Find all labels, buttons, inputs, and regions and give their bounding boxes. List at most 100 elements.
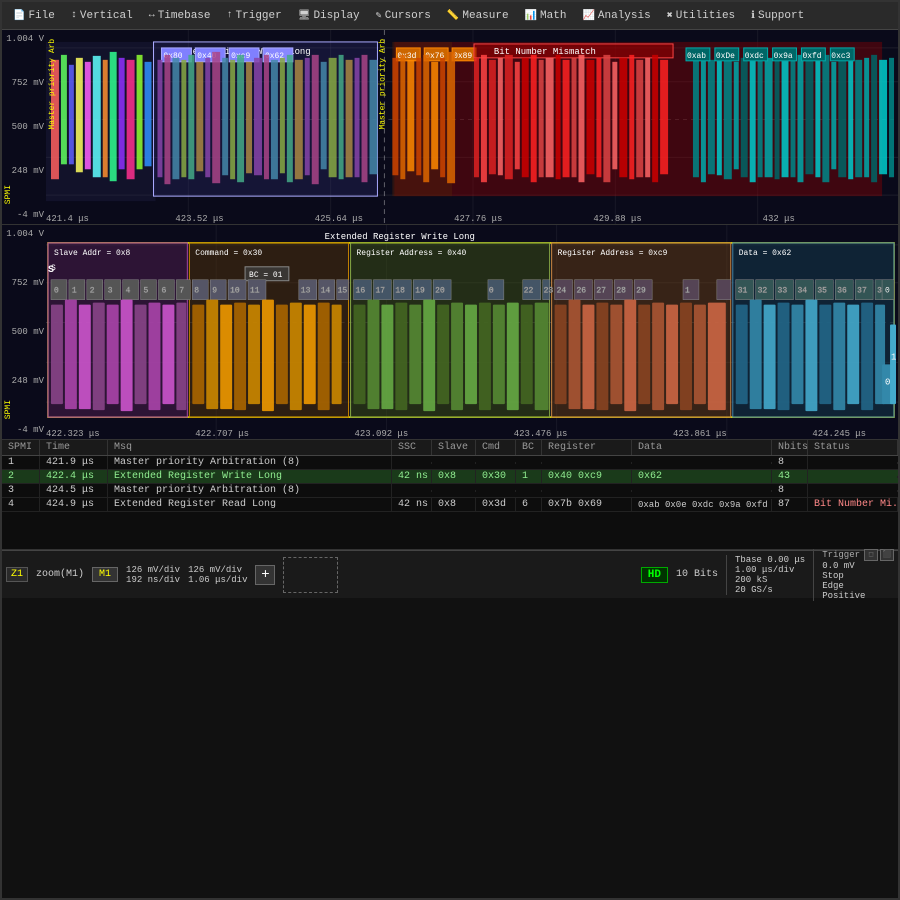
svg-text:19: 19 (415, 287, 425, 296)
svg-text:Slave Addr = 0x8: Slave Addr = 0x8 (54, 249, 131, 258)
svg-text:429.88 μs: 429.88 μs (593, 214, 641, 224)
zoom-z1-label: Z1 (6, 567, 28, 582)
lower-y-labels: 1.004 V 752 mV 500 mV 248 mV -4 mV (2, 225, 46, 439)
menu-vertical[interactable]: ↕ Vertical (64, 7, 140, 25)
trigger-icons: ⬚ ⬛ (864, 549, 894, 561)
svg-text:16: 16 (356, 287, 366, 296)
m1-label: M1 (92, 567, 118, 582)
math-icon: 📊 (525, 10, 537, 22)
scale-info: 126 mV/div 192 ns/div (126, 565, 180, 585)
trigger-icon: ↑ (227, 10, 233, 21)
trigger-section: Trigger ⬚ ⬛ 0.0 mV Stop Edge Positive (813, 549, 894, 601)
upper-waveform-svg: Extended Register Write Long (46, 30, 898, 224)
table-row: 1 421.9 μs Master priority Arbitration (… (2, 456, 898, 470)
svg-text:37: 37 (857, 287, 867, 296)
svg-text:BC = 01: BC = 01 (249, 271, 283, 280)
bits-label: 10 Bits (676, 569, 718, 580)
svg-text:17: 17 (375, 287, 385, 296)
svg-text:14: 14 (321, 287, 331, 296)
svg-text:432 μs: 432 μs (763, 214, 795, 224)
col-data: Data (632, 440, 772, 455)
svg-text:32: 32 (758, 287, 768, 296)
svg-text:423.092 μs: 423.092 μs (355, 429, 409, 439)
svg-text:0xDe: 0xDe (716, 52, 735, 61)
svg-text:Register Address = 0x40: Register Address = 0x40 (357, 249, 467, 258)
svg-text:Command = 0x30: Command = 0x30 (195, 249, 262, 258)
svg-text:31: 31 (738, 287, 748, 296)
col-register: Register (542, 440, 632, 455)
col-status: Status (808, 440, 898, 455)
svg-text:423.476 μs: 423.476 μs (514, 429, 568, 439)
empty-channel-slot (283, 557, 338, 593)
svg-text:10: 10 (230, 287, 240, 296)
zoom-value: zoom(M1) (36, 569, 84, 580)
svg-text:1: 1 (685, 287, 690, 296)
col-spmi: SPMI (2, 440, 40, 455)
svg-text:0x3d: 0x3d (397, 52, 416, 61)
table-row: 4 424.9 μs Extended Register Read Long 4… (2, 498, 898, 512)
menu-math[interactable]: 📊 Math (518, 7, 574, 25)
menu-support[interactable]: ℹ Support (744, 7, 811, 25)
scale-value-info: 126 mV/div 1.06 μs/div (188, 565, 247, 585)
svg-text:23: 23 (544, 287, 554, 296)
s-marker: S (48, 265, 54, 276)
svg-text:20: 20 (435, 287, 445, 296)
oscilloscope-frame: 📄 File ↕ Vertical ↔ Timebase ↑ Trigger 🖥… (0, 0, 900, 900)
upper-y-labels: 1.004 V 752 mV 500 mV 248 mV -4 mV (2, 30, 46, 224)
svg-text:Data = 0x62: Data = 0x62 (739, 249, 792, 258)
svg-text:29: 29 (636, 287, 646, 296)
menu-file[interactable]: 📄 File (6, 7, 62, 25)
tbase-section: Tbase 0.00 μs 1.00 μs/div 200 kS 20 GS/s (726, 555, 805, 595)
svg-text:1: 1 (891, 352, 896, 362)
utilities-icon: ✖ (667, 10, 673, 22)
support-icon: ℹ (751, 10, 755, 22)
menu-trigger[interactable]: ↑ Trigger (220, 7, 289, 25)
lower-waveform-svg: Extended Register Write Long Slave Addr … (46, 225, 898, 439)
cursors-icon: ✎ (376, 10, 382, 22)
status-right: HD 10 Bits Tbase 0.00 μs 1.00 μs/div 200… (641, 553, 894, 596)
svg-text:422.707 μs: 422.707 μs (195, 429, 249, 439)
col-nbits: Nbits (772, 440, 808, 455)
menu-measure[interactable]: 📏 Measure (440, 7, 516, 25)
trig-icon-2: ⬛ (880, 549, 894, 561)
svg-text:2: 2 (90, 287, 95, 296)
menu-cursors[interactable]: ✎ Cursors (369, 7, 438, 25)
svg-text:6: 6 (161, 287, 166, 296)
menu-utilities[interactable]: ✖ Utilities (660, 7, 742, 25)
svg-text:36: 36 (837, 287, 847, 296)
svg-text:0: 0 (54, 287, 59, 296)
file-icon: 📄 (13, 10, 25, 22)
col-msg: Msq (108, 440, 392, 455)
status-bar: Z1 zoom(M1) M1 126 mV/div 192 ns/div 126… (2, 550, 898, 598)
trig-icon-1: ⬚ (864, 549, 878, 561)
svg-text:24: 24 (557, 287, 567, 296)
svg-text:0xfd: 0xfd (802, 52, 821, 61)
menu-analysis[interactable]: 📈 Analysis (575, 7, 657, 25)
svg-text:5: 5 (144, 287, 149, 296)
svg-text:3: 3 (108, 287, 113, 296)
svg-text:0xab: 0xab (687, 52, 706, 61)
svg-text:4: 4 (126, 287, 131, 296)
svg-text:27: 27 (596, 287, 606, 296)
table-row: 3 424.5 μs Master priority Arbitration (… (2, 484, 898, 498)
col-ssc: SSC (392, 440, 432, 455)
lower-waveform-panel: 1.004 V 752 mV 500 mV 248 mV -4 mV (2, 225, 898, 440)
menu-timebase[interactable]: ↔ Timebase (142, 7, 218, 25)
svg-text:8: 8 (194, 287, 199, 296)
svg-text:0: 0 (885, 377, 890, 387)
add-channel-button[interactable]: + (255, 565, 275, 585)
svg-text:0x9a: 0x9a (774, 52, 793, 61)
menubar: 📄 File ↕ Vertical ↔ Timebase ↑ Trigger 🖥… (2, 2, 898, 30)
col-slave: Slave (432, 440, 476, 455)
svg-text:423.861 μs: 423.861 μs (673, 429, 727, 439)
svg-text:28: 28 (616, 287, 626, 296)
svg-text:Extended Register Write Long: Extended Register Write Long (325, 232, 475, 242)
vertical-icon: ↕ (71, 10, 77, 21)
svg-text:425.64 μs: 425.64 μs (315, 214, 363, 224)
table-row: 2 422.4 μs Extended Register Write Long … (2, 470, 898, 484)
svg-text:427.76 μs: 427.76 μs (454, 214, 502, 224)
svg-text:13: 13 (301, 287, 311, 296)
menu-display[interactable]: 🖥 Display (291, 7, 367, 25)
measure-icon: 📏 (447, 10, 459, 22)
timebase-icon: ↔ (149, 10, 155, 21)
